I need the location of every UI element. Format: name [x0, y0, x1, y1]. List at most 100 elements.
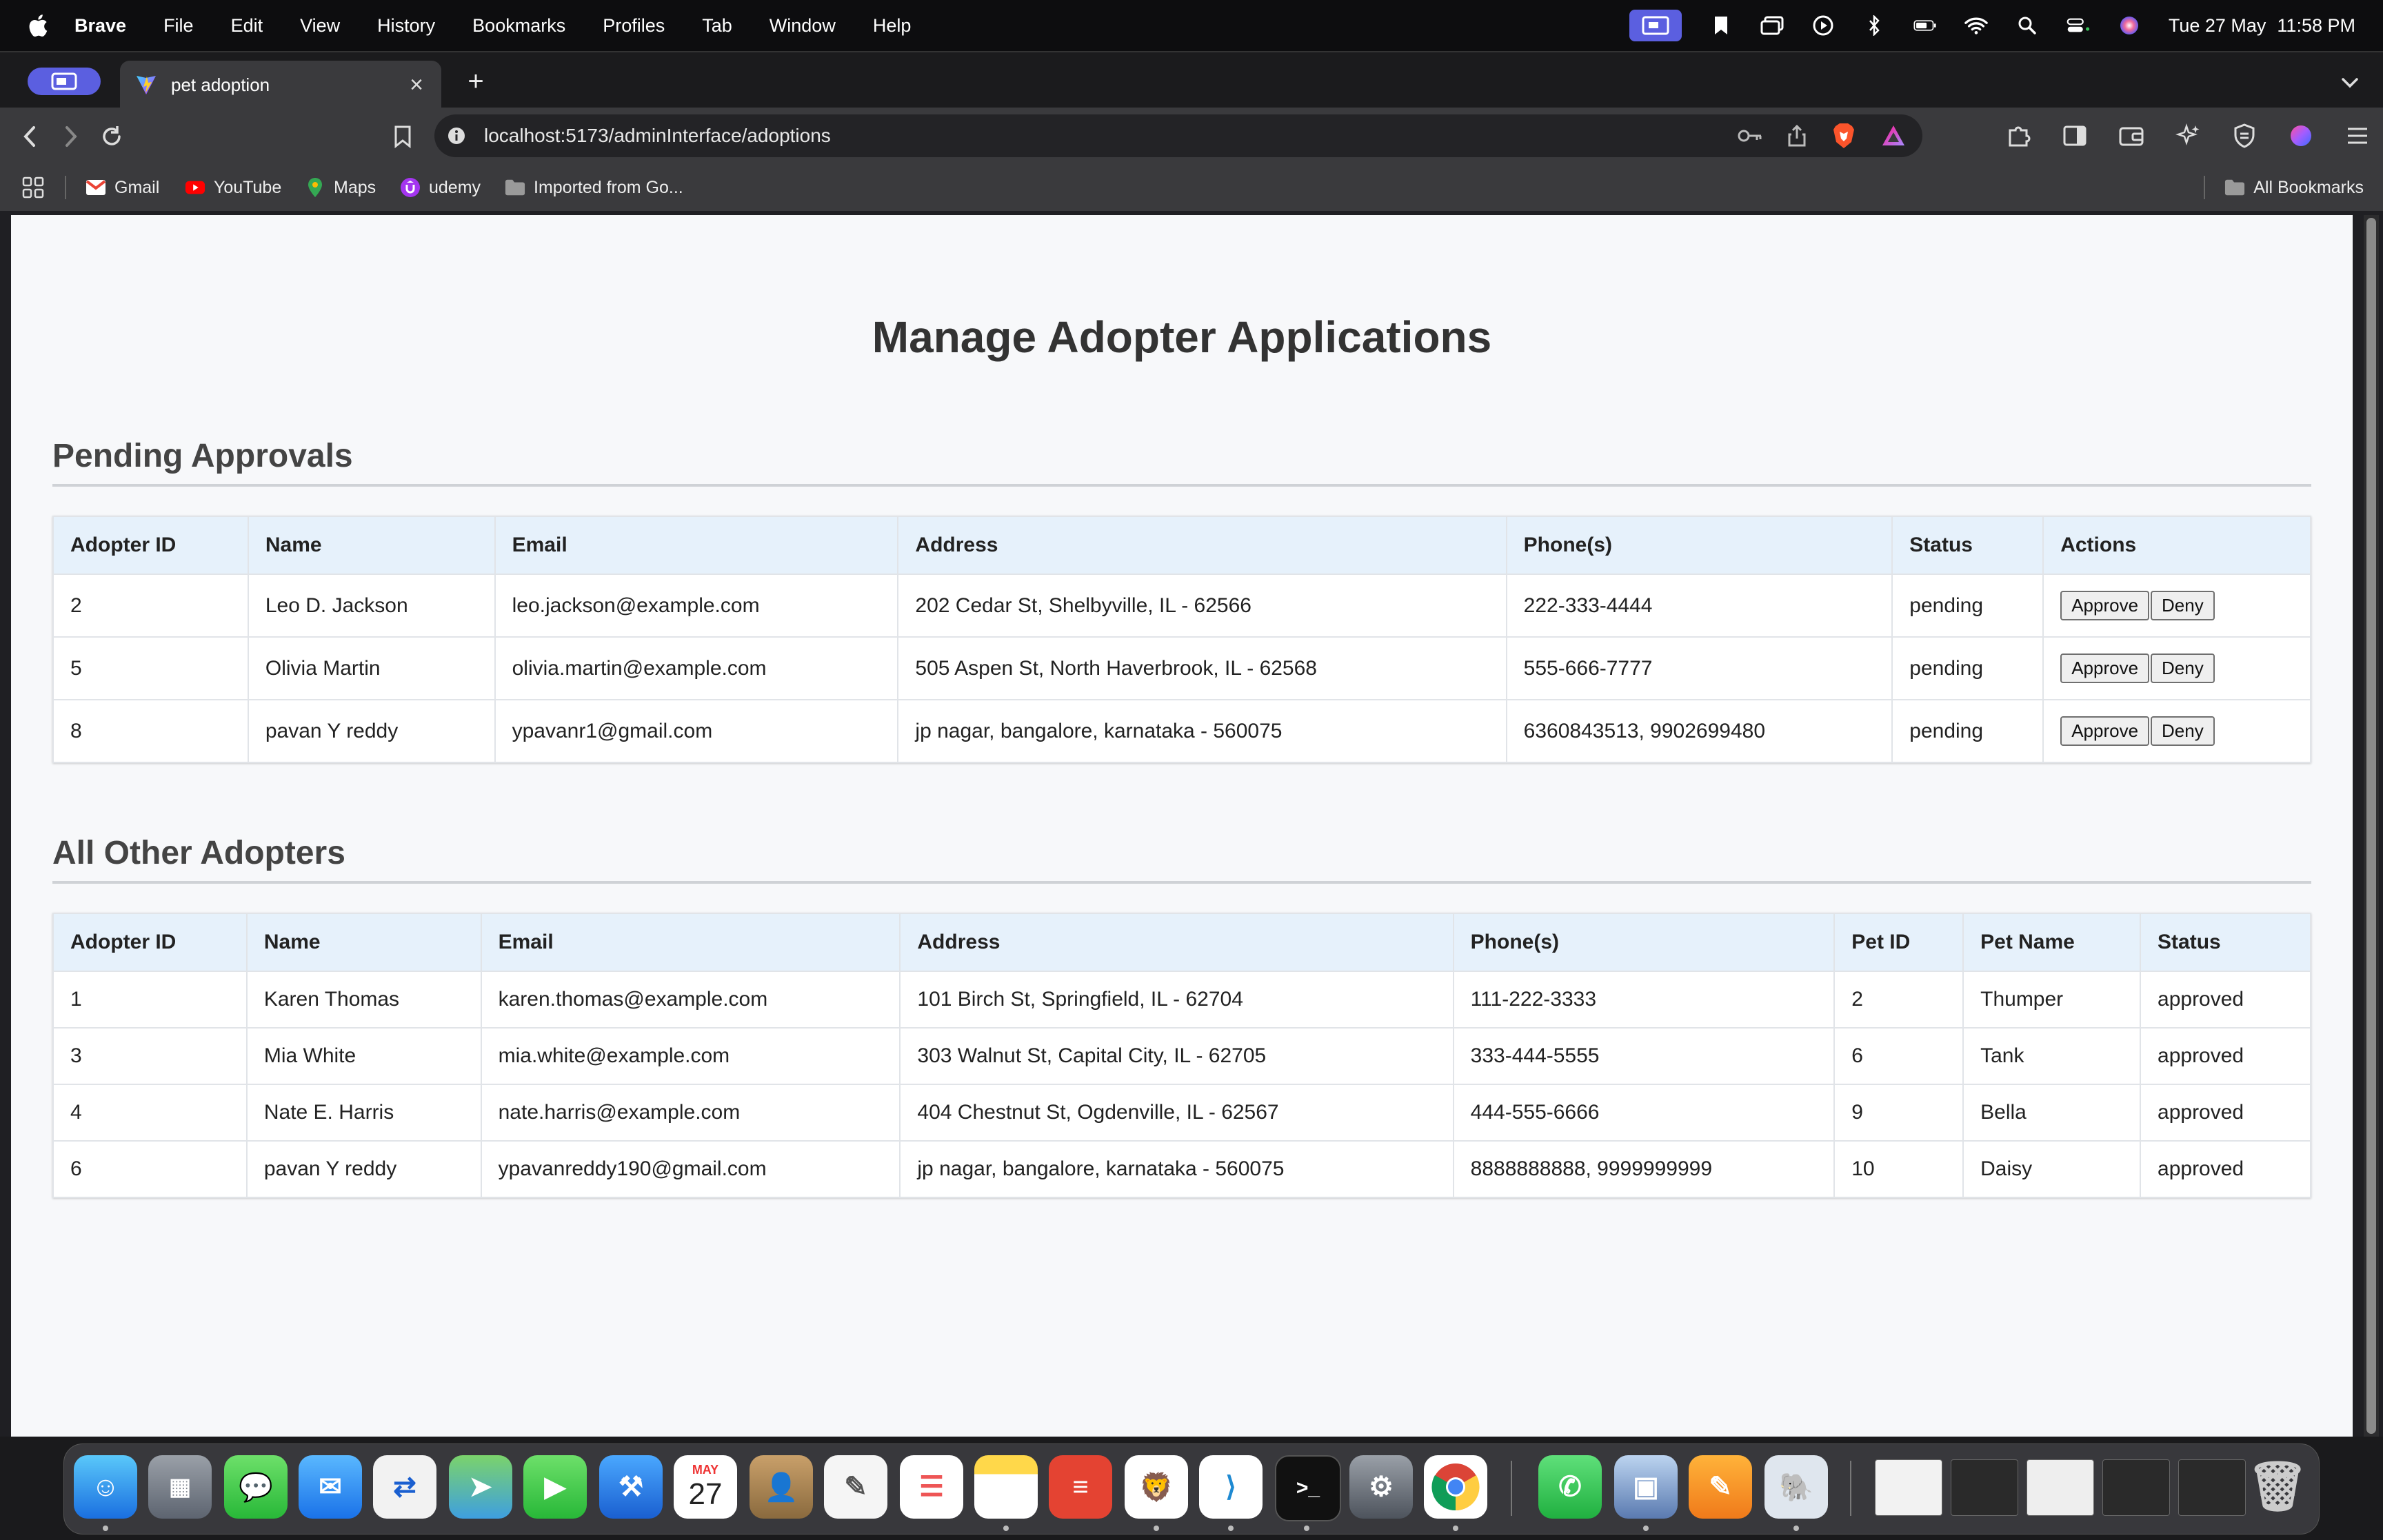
minimized-window-thumbnail[interactable]: [2102, 1459, 2170, 1516]
messages-icon[interactable]: 💬: [224, 1455, 288, 1519]
menu-clock[interactable]: Tue 27 May 11:58 PM: [2169, 15, 2355, 37]
pages-icon[interactable]: ✎: [1689, 1455, 1752, 1519]
notes-icon[interactable]: [974, 1455, 1038, 1519]
menu-history[interactable]: History: [377, 15, 435, 37]
deny-button[interactable]: Deny: [2151, 716, 2215, 746]
share-icon[interactable]: [1787, 124, 1807, 148]
brave-browser-icon[interactable]: 🦁: [1125, 1455, 1188, 1519]
minimized-window-thumbnail[interactable]: [1875, 1459, 1942, 1516]
site-info-icon[interactable]: [444, 123, 469, 148]
system-settings-gear-icon[interactable]: ⚙: [1349, 1455, 1413, 1519]
mail-icon[interactable]: ✉: [299, 1455, 362, 1519]
tab-close-icon[interactable]: ×: [403, 71, 430, 99]
profile-avatar-icon[interactable]: [2285, 120, 2317, 152]
menu-view[interactable]: View: [300, 15, 340, 37]
bookmark-maps[interactable]: Maps: [305, 174, 376, 201]
xcode-icon[interactable]: ⚒: [599, 1455, 663, 1519]
url-text[interactable]: localhost:5173/adminInterface/adoptions: [484, 125, 1738, 147]
menu-help[interactable]: Help: [873, 15, 912, 37]
tab-list-chevron-down-icon[interactable]: [2337, 70, 2362, 95]
postgresql-elephant-icon[interactable]: 🐘: [1764, 1455, 1828, 1519]
pending-approvals-heading: Pending Approvals: [52, 438, 353, 474]
menu-bookmarks[interactable]: Bookmarks: [472, 15, 565, 37]
column-header: Adopter ID: [52, 516, 249, 575]
running-indicator: [103, 1526, 108, 1531]
forward-arrow-icon[interactable]: [55, 121, 86, 152]
wallet-icon[interactable]: [2115, 120, 2147, 152]
brave-shields-icon[interactable]: [1831, 122, 1856, 150]
approve-button[interactable]: Approve: [2060, 654, 2150, 683]
terminal-icon[interactable]: >_: [1275, 1455, 1341, 1521]
textedit-icon[interactable]: ✎: [824, 1455, 887, 1519]
menu-profiles[interactable]: Profiles: [603, 15, 665, 37]
running-indicator: [1228, 1526, 1234, 1531]
page-scrollbar[interactable]: [2364, 215, 2379, 1437]
window-stack-icon[interactable]: [1760, 15, 1784, 36]
trash-icon[interactable]: 🗑: [2246, 1455, 2309, 1519]
contacts-icon[interactable]: 👤: [750, 1455, 813, 1519]
minimized-window-thumbnail[interactable]: [2027, 1459, 2094, 1516]
screen-share-status-icon[interactable]: [1629, 10, 1682, 41]
deny-button[interactable]: Deny: [2151, 654, 2215, 683]
apps-grid-icon[interactable]: [22, 174, 44, 201]
bluetooth-icon[interactable]: [1862, 15, 1886, 36]
vscode-icon[interactable]: ⟩: [1199, 1455, 1263, 1519]
bookmark-page-icon[interactable]: [388, 121, 418, 152]
spotlight-search-icon[interactable]: [2015, 15, 2039, 36]
active-tab[interactable]: pet adoption ×: [120, 61, 441, 109]
main-menu-hamburger-icon[interactable]: [2342, 120, 2373, 152]
siri-icon[interactable]: [2118, 15, 2141, 36]
deny-button[interactable]: Deny: [2151, 591, 2215, 620]
maps-icon[interactable]: ➤: [449, 1455, 512, 1519]
menu-tab[interactable]: Tab: [702, 15, 732, 37]
reminders-icon[interactable]: ☰: [900, 1455, 963, 1519]
reload-icon[interactable]: [97, 121, 127, 152]
name-cell: pavan Y reddy: [247, 699, 496, 763]
chrome-icon[interactable]: [1424, 1455, 1487, 1519]
browser-tab-bar: pet adoption × +: [0, 51, 2383, 109]
play-icon[interactable]: [1811, 15, 1835, 36]
minimized-window-thumbnail[interactable]: [2178, 1459, 2246, 1516]
all-bookmarks-label: All Bookmarks: [2253, 177, 2364, 197]
back-arrow-icon[interactable]: [15, 121, 46, 152]
address-bar[interactable]: localhost:5173/adminInterface/adoptions: [434, 114, 1922, 157]
calendar-icon[interactable]: MAY 27: [674, 1455, 737, 1519]
bookmark-youtube[interactable]: YouTube: [185, 174, 281, 201]
facetime-icon[interactable]: ▶: [523, 1455, 587, 1519]
menu-file[interactable]: File: [163, 15, 194, 37]
apple-logo-icon[interactable]: [26, 12, 48, 39]
scrollbar-thumb[interactable]: [2366, 218, 2376, 1434]
youtube-icon: [185, 177, 205, 198]
remote-desktop-icon[interactable]: ⇄: [373, 1455, 436, 1519]
wifi-icon[interactable]: [1964, 15, 1988, 36]
approve-button[interactable]: Approve: [2060, 716, 2150, 746]
page-viewport: Manage Adopter Applications Pending Appr…: [11, 215, 2353, 1437]
launchpad-icon[interactable]: ▦: [148, 1455, 212, 1519]
control-center-icon[interactable]: [2067, 15, 2090, 36]
brave-profile-button[interactable]: [28, 68, 101, 95]
bookmark-udemy[interactable]: udemy: [400, 174, 481, 201]
brave-rewards-icon[interactable]: [1881, 124, 1906, 148]
table-row: 3 Mia White mia.white@example.com 303 Wa…: [52, 1027, 2311, 1085]
minimized-window-thumbnail[interactable]: [1951, 1459, 2018, 1516]
leo-ai-sparkle-icon[interactable]: [2172, 120, 2204, 152]
extensions-puzzle-icon[interactable]: [2002, 120, 2034, 152]
finder-icon[interactable]: ☺: [74, 1455, 137, 1519]
bookmark-status-icon[interactable]: [1709, 15, 1733, 36]
preview-icon[interactable]: ▣: [1614, 1455, 1678, 1519]
bookmark-gmail[interactable]: Gmail: [65, 176, 159, 199]
bookmark-folder-imported[interactable]: Imported from Go...: [505, 174, 683, 201]
todoist-icon[interactable]: ≡: [1049, 1455, 1112, 1519]
approve-button[interactable]: Approve: [2060, 591, 2150, 620]
password-key-icon[interactable]: [1738, 128, 1762, 144]
running-indicator: [1304, 1526, 1309, 1531]
menu-app-name[interactable]: Brave: [74, 15, 126, 37]
sidebar-toggle-icon[interactable]: [2059, 120, 2091, 152]
new-tab-plus-icon[interactable]: +: [461, 68, 491, 98]
whatsapp-icon[interactable]: ✆: [1538, 1455, 1602, 1519]
battery-icon[interactable]: [1913, 15, 1937, 36]
menu-edit[interactable]: Edit: [231, 15, 263, 37]
all-bookmarks-button[interactable]: All Bookmarks: [2204, 176, 2364, 199]
vpn-shield-icon[interactable]: [2229, 120, 2260, 152]
menu-window[interactable]: Window: [770, 15, 836, 37]
